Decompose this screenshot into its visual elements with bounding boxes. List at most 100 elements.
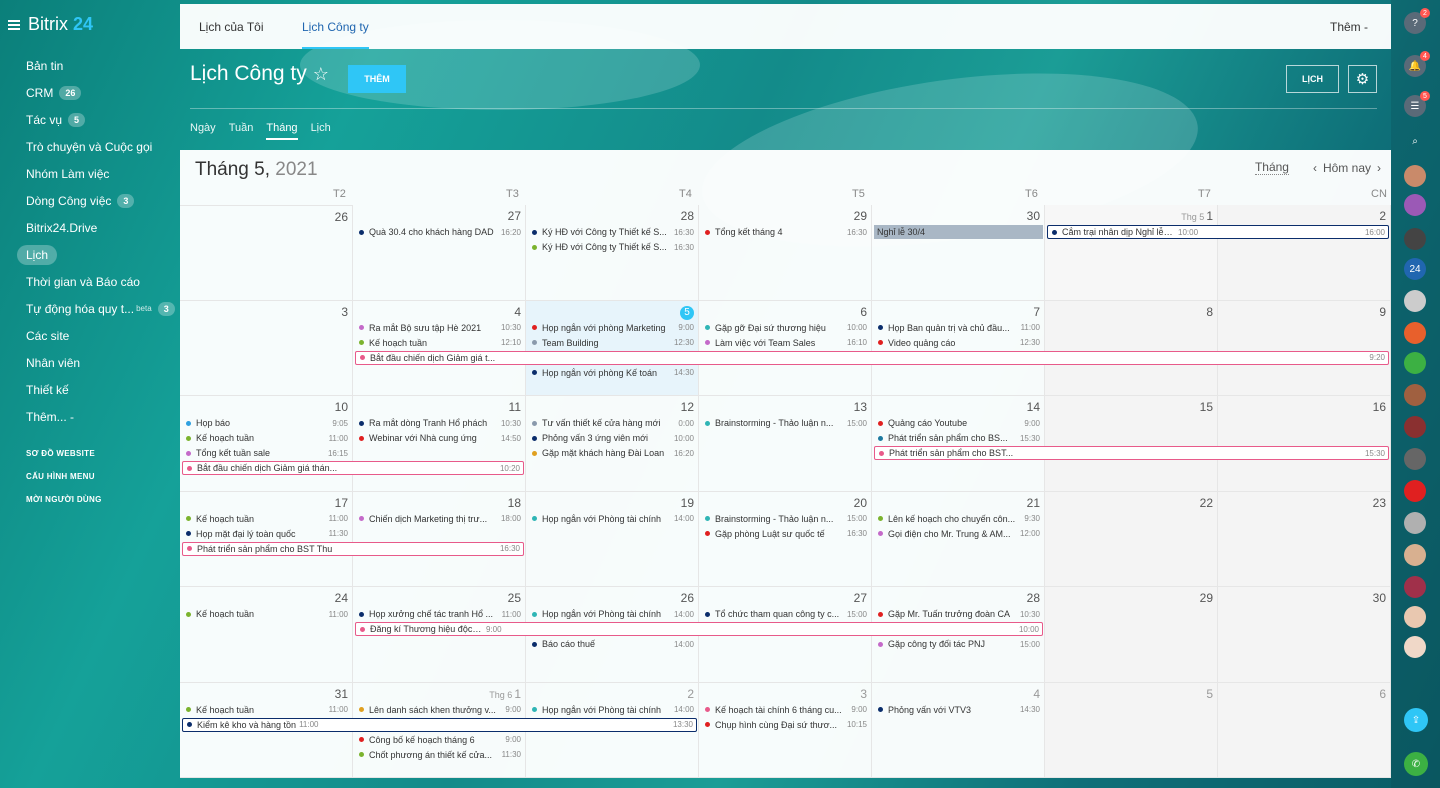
day-cell[interactable]: 8 xyxy=(1045,300,1218,396)
chat-icon[interactable]: ☰ 5 xyxy=(1404,91,1430,117)
calendar-event[interactable]: Chiến dịch Marketing thị trư... 18:00 xyxy=(355,512,524,526)
day-cell[interactable]: Thg 51 xyxy=(1045,205,1218,301)
more-menu[interactable]: Thêm - xyxy=(1330,4,1368,49)
calendar-event[interactable]: Gặp gỡ Đại sứ thương hiệu 10:00 xyxy=(701,321,870,335)
calendar-event[interactable]: Báo cáo thuế 14:00 xyxy=(528,637,697,651)
sidebar-item[interactable]: Thời gian và Báo cáo xyxy=(17,268,177,295)
user-avatar[interactable] xyxy=(1404,228,1426,250)
calendar-event[interactable]: Team Building 12:30 xyxy=(528,336,697,350)
star-icon[interactable]: ☆ xyxy=(313,64,329,85)
day-cell[interactable]: 3 xyxy=(180,300,353,396)
sidebar-item[interactable]: Trò chuyện và Cuộc gọi xyxy=(17,133,177,160)
calendar-event[interactable]: Phát triển sản phẩm cho BS... 15:30 xyxy=(874,431,1043,445)
calendar-event[interactable]: Kế hoạch tuần 11:00 xyxy=(182,512,351,526)
calendar-event[interactable]: Họp ngắn với phòng Kế toán 14:30 xyxy=(528,366,697,380)
calendar-event[interactable]: Cắm trại nhân dịp Nghỉ lễ Qu... 10:00 16:0… xyxy=(1047,225,1389,239)
user-avatar[interactable] xyxy=(1404,636,1426,658)
calendar-event[interactable]: Phát triển sản phẩm cho BST Thu 16:30 xyxy=(182,541,524,556)
user-avatar[interactable] xyxy=(1404,448,1426,470)
calendar-event[interactable]: Tổng kết tháng 4 16:30 xyxy=(701,225,870,239)
day-cell[interactable]: 29 xyxy=(1045,587,1218,683)
calendar-event[interactable]: Tổ chức tham quan công ty c... 15:00 xyxy=(701,607,870,621)
sidebar-sub-link[interactable]: Mời người dùng xyxy=(17,488,177,511)
day-cell[interactable]: 9 xyxy=(1218,300,1391,396)
day-cell[interactable]: 22 xyxy=(1045,491,1218,587)
user-avatar[interactable] xyxy=(1404,480,1426,502)
calendar-event[interactable]: Họp Ban quản trị và chủ đầu... 11:00 xyxy=(874,321,1043,335)
help-icon[interactable]: ? 2 xyxy=(1404,8,1430,34)
day-cell[interactable]: 29 xyxy=(699,205,872,301)
day-cell[interactable]: 5 xyxy=(1045,682,1218,778)
view-month[interactable]: Tháng xyxy=(266,122,298,140)
user-avatar[interactable] xyxy=(1404,544,1426,566)
calendar-event[interactable]: Nghỉ lễ 30/4 xyxy=(874,225,1043,239)
day-cell[interactable]: 19 xyxy=(526,491,699,587)
calendar-event[interactable]: Gặp mặt khách hàng Đài Loan 16:20 xyxy=(528,446,697,460)
tab-my-calendar[interactable]: Lịch của Tôi xyxy=(199,4,263,49)
day-cell[interactable]: 30 xyxy=(872,205,1045,301)
bell-icon[interactable]: 🔔 4 xyxy=(1404,51,1430,77)
view-list[interactable]: Lịch xyxy=(311,122,331,140)
calendar-event[interactable]: Chụp hình cùng Đại sứ thươ... 10:15 xyxy=(701,718,870,732)
chevron-right-icon[interactable]: › xyxy=(1377,161,1381,175)
calendar-event[interactable]: Video quảng cáo 12:30 xyxy=(874,336,1043,350)
calendar-event[interactable]: Họp mặt đại lý toàn quốc 11:30 xyxy=(182,527,351,541)
user-avatar[interactable]: 24 xyxy=(1404,258,1426,280)
calendar-event[interactable]: Chốt phương án thiết kế cửa... 11:30 xyxy=(355,748,524,762)
day-cell[interactable]: 13 xyxy=(699,396,872,492)
calendar-event[interactable]: Lên kế hoạch cho chuyến côn... 9:30 xyxy=(874,512,1043,526)
sidebar-item[interactable]: Bitrix24.Drive xyxy=(17,214,177,241)
calendar-event[interactable]: Làm việc với Team Sales 16:10 xyxy=(701,336,870,350)
calendar-event[interactable]: Công bố kế hoạch tháng 6 9:00 xyxy=(355,733,524,747)
user-avatar[interactable] xyxy=(1404,194,1426,216)
day-cell[interactable]: 2 xyxy=(1218,205,1391,301)
sidebar-item[interactable]: Tự động hóa quy t... beta 3 xyxy=(17,295,177,322)
day-cell[interactable]: 18 xyxy=(353,491,526,587)
phone-icon[interactable]: ✆ xyxy=(1404,752,1428,776)
user-avatar[interactable] xyxy=(1404,165,1426,187)
calendar-event[interactable]: Kế hoạch tuần 12:10 xyxy=(355,336,524,350)
sidebar-item[interactable]: Thiết kế xyxy=(17,376,177,403)
today-button[interactable]: Hôm nay xyxy=(1323,161,1371,175)
calendar-event[interactable]: Phỏng vấn 3 ứng viên mới 10:00 xyxy=(528,431,697,445)
calendar-event[interactable]: Gọi điện cho Mr. Trung & AM... 12:00 xyxy=(874,527,1043,541)
view-day[interactable]: Ngày xyxy=(190,122,216,140)
day-cell[interactable]: 4 xyxy=(872,682,1045,778)
gear-icon[interactable]: ⚙ xyxy=(1348,65,1377,93)
calendar-event[interactable]: Quà 30.4 cho khách hàng DAD 16:20 xyxy=(355,225,524,239)
calendar-event[interactable]: Phỏng vấn với VTV3 14:30 xyxy=(874,703,1043,717)
calendar-event[interactable]: Quảng cáo Youtube 9:00 xyxy=(874,416,1043,430)
user-avatar[interactable] xyxy=(1404,322,1426,344)
calendar-event[interactable]: Brainstorming - Thảo luận n... 15:00 xyxy=(701,512,870,526)
calendar-event[interactable]: Họp ngắn với phòng Marketing 9:00 xyxy=(528,321,697,335)
add-button[interactable]: THÊM xyxy=(348,65,406,93)
calendar-event[interactable]: Ký HĐ với Công ty Thiết kế S... 16:30 xyxy=(528,240,697,254)
share-icon[interactable]: ⇪ xyxy=(1404,708,1428,732)
calendar-event[interactable]: Kế hoạch tuần 11:00 xyxy=(182,703,351,717)
calendar-event[interactable]: Bắt đầu chiến dịch Giảm giá thán... 10:20 xyxy=(182,461,524,475)
sidebar-item[interactable]: Thêm... - xyxy=(17,403,177,430)
calendar-event[interactable]: Webinar với Nhà cung ứng 14:50 xyxy=(355,431,524,445)
calendar-event[interactable]: Ra mắt Bộ sưu tập Hè 2021 10:30 xyxy=(355,321,524,335)
sidebar-item[interactable]: Dòng Công việc 3 xyxy=(17,187,177,214)
sidebar-item[interactable]: Lịch xyxy=(17,241,177,268)
sidebar-sub-link[interactable]: Cấu hình menu xyxy=(17,465,177,488)
calendar-event[interactable]: Gặp phòng Luật sư quốc tế 16:30 xyxy=(701,527,870,541)
day-cell[interactable]: 16 xyxy=(1218,396,1391,492)
calendar-event[interactable]: Tư vấn thiết kế cửa hàng mới 0:00 xyxy=(528,416,697,430)
user-avatar[interactable] xyxy=(1404,576,1426,598)
day-cell[interactable]: 15 xyxy=(1045,396,1218,492)
calendar-button[interactable]: LỊCH xyxy=(1286,65,1339,93)
sidebar-item[interactable]: Bản tin xyxy=(17,52,177,79)
chevron-left-icon[interactable]: ‹ xyxy=(1313,161,1317,175)
menu-icon[interactable] xyxy=(8,19,20,30)
search-icon[interactable]: ⌕ xyxy=(1404,130,1426,152)
sidebar-item[interactable]: Nhân viên xyxy=(17,349,177,376)
day-cell[interactable]: 30 xyxy=(1218,587,1391,683)
calendar-event[interactable]: Brainstorming - Thảo luận n... 15:00 xyxy=(701,416,870,430)
tab-company-calendar[interactable]: Lịch Công ty xyxy=(302,4,369,49)
sidebar-item[interactable]: Tác vụ 5 xyxy=(17,106,177,133)
calendar-event[interactable]: Kế hoạch tài chính 6 tháng cu... 9:00 xyxy=(701,703,870,717)
calendar-event[interactable]: Đăng kí Thương hiệu độc quyền9:00 10:00 xyxy=(355,622,1043,636)
calendar-event[interactable]: Kế hoạch tuần 11:00 xyxy=(182,431,351,445)
